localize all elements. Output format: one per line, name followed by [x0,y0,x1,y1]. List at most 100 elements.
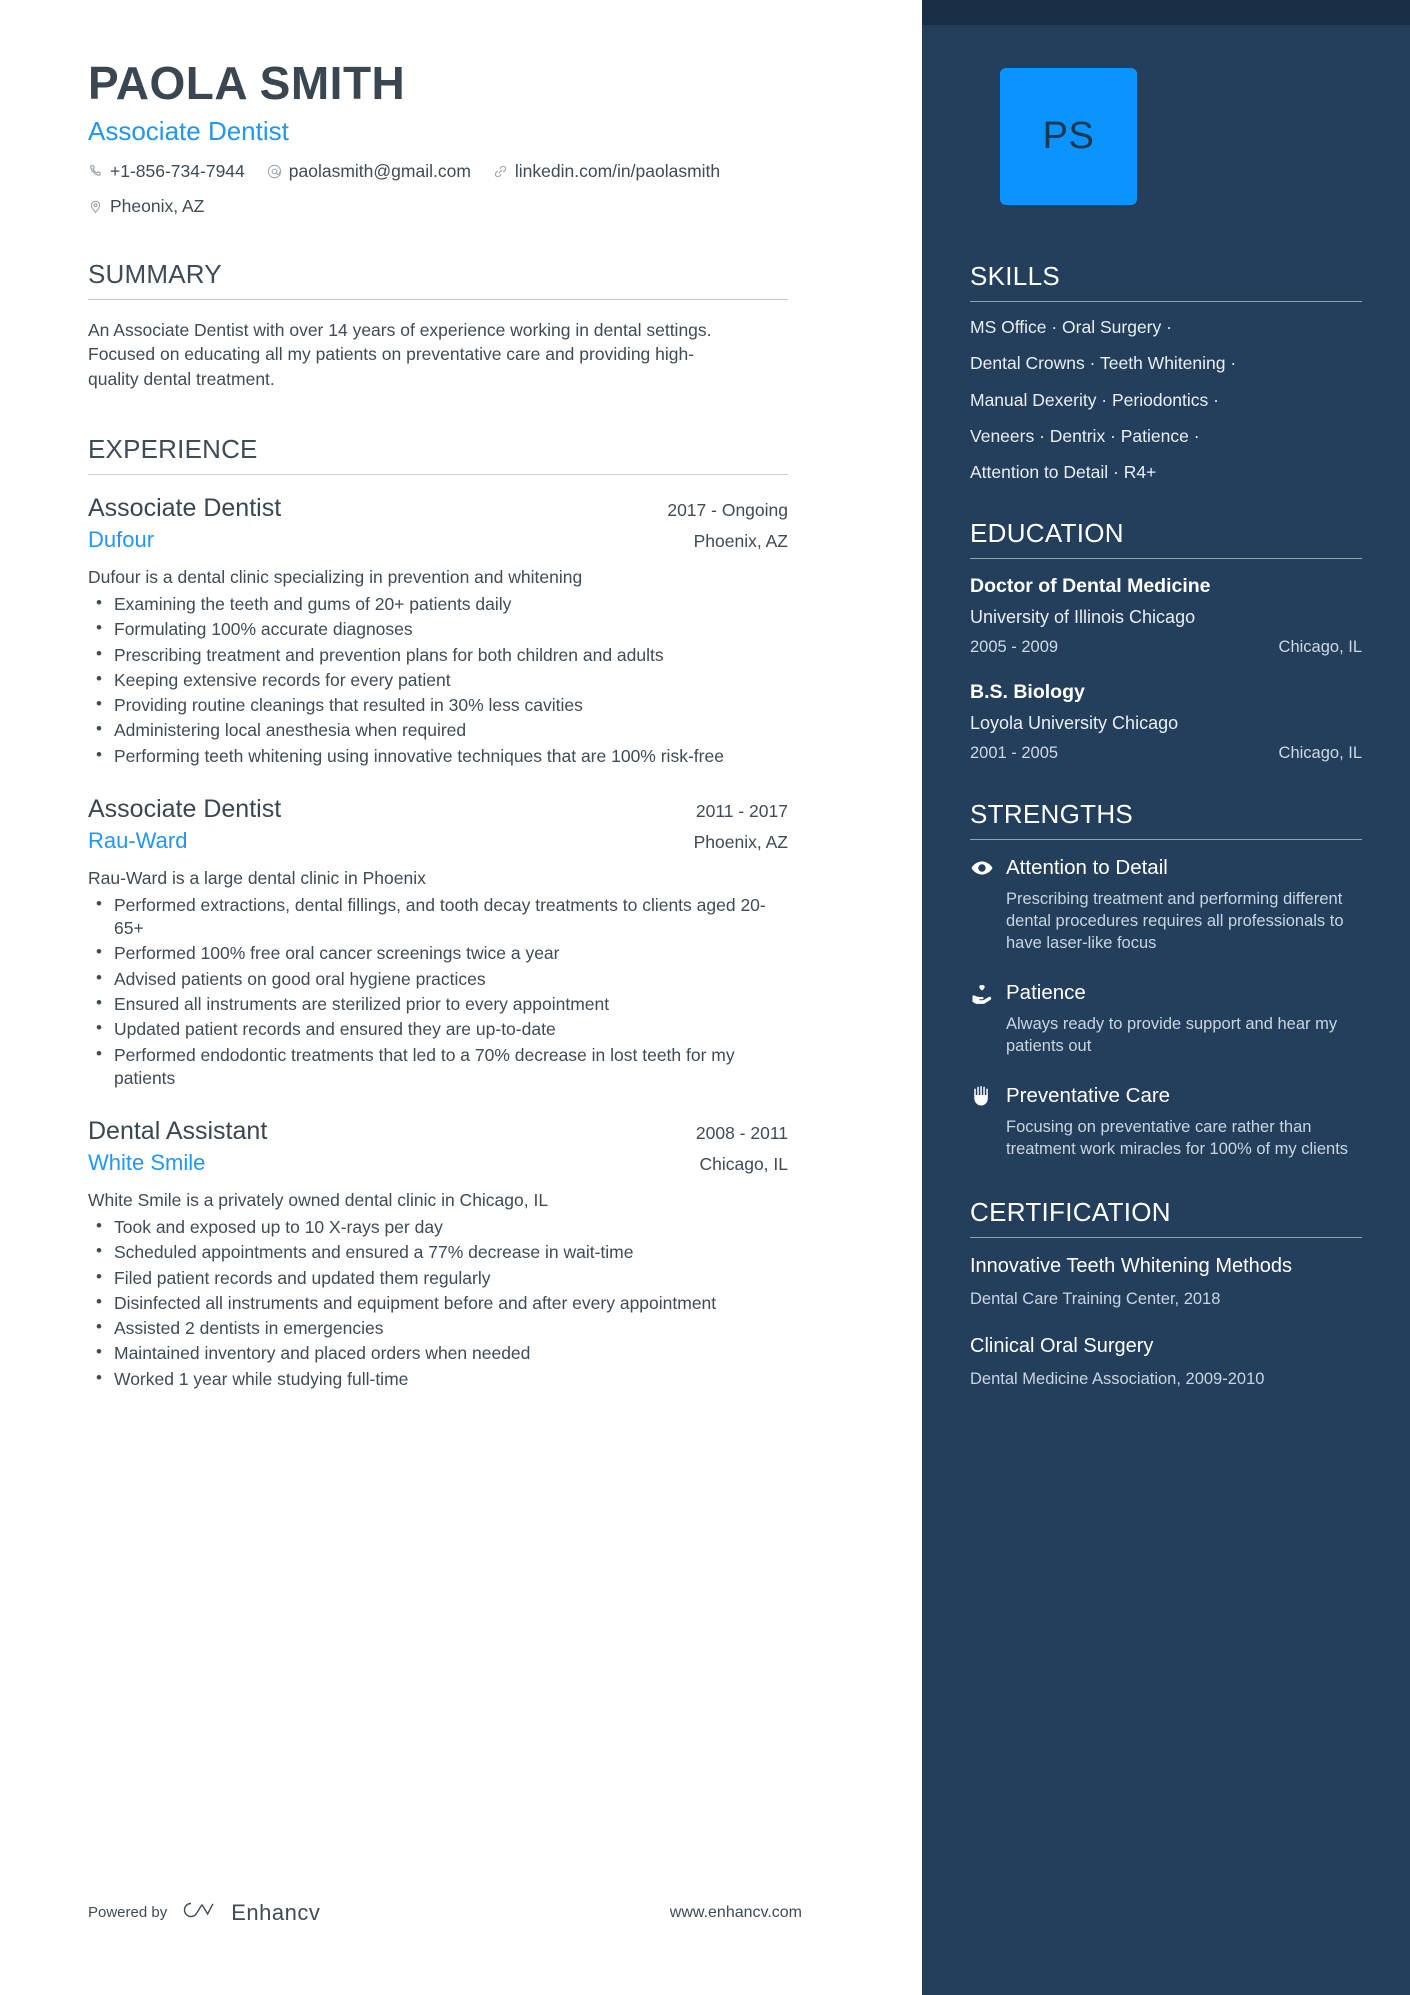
experience-bullet: Keeping extensive records for every pati… [88,668,788,692]
experience-company-row: Dufour Phoenix, AZ [88,527,788,553]
experience-location: Phoenix, AZ [693,831,788,852]
link-icon [493,164,508,179]
experience-blurb: Rau-Ward is a large dental clinic in Pho… [88,867,426,888]
experience-bullet: Took and exposed up to 10 X-rays per day [88,1215,788,1239]
experience-bullet: Administering local anesthesia when requ… [88,718,788,742]
experience-bullet: Performed endodontic treatments that led… [88,1043,788,1091]
education-heading: EDUCATION [970,518,1124,549]
education-school: University of Illinois Chicago [970,607,1196,628]
contact-phone[interactable]: +1-856-734-7944 [88,161,245,182]
education-section: EDUCATION Doctor of Dental Medicine Univ… [970,518,1362,763]
experience-bullet: Examining the teeth and gums of 20+ pati… [88,592,788,616]
experience-blurb: Dufour is a dental clinic specializing i… [88,567,583,588]
experience-bullets: Took and exposed up to 10 X-rays per day… [88,1215,788,1391]
experience-role: Associate Dentist [88,494,282,523]
strengths-heading: STRENGTHS [970,799,1134,830]
experience-company[interactable]: Dufour [88,527,154,553]
candidate-name: PAOLA SMITH [88,57,406,109]
experience-bullet: Disinfected all instruments and equipmen… [88,1291,788,1315]
experience-bullets: Examining the teeth and gums of 20+ pati… [88,592,788,768]
experience-title-row: Associate Dentist 2011 - 2017 [88,794,788,824]
skills-list: MS Office · Oral Surgery · Dental Crowns… [970,317,1362,482]
enhancv-brand[interactable]: Enhancv [181,1898,320,1927]
email-icon [267,164,282,179]
strength-item: Patience Always ready to provide support… [970,981,1362,1058]
experience-bullet: Providing routine cleanings that resulte… [88,693,788,717]
experience-section: EXPERIENCE Associate Dentist 2017 - Ongo… [88,434,788,1391]
experience-bullet: Performed extractions, dental fillings, … [88,893,788,941]
experience-bullet: Worked 1 year while studying full-time [88,1367,788,1391]
contact-email[interactable]: paolasmith@gmail.com [267,161,471,182]
location-pin-icon [88,199,103,214]
education-meta: 2005 - 2009 Chicago, IL [970,638,1362,657]
skills-divider [970,301,1362,302]
certification-heading: CERTIFICATION [970,1196,1171,1227]
education-item: Doctor of Dental Medicine University of … [970,575,1362,657]
skill-line: Veneers · Dentrix · Patience · [970,425,1200,446]
strength-item: Attention to Detail Prescribing treatmen… [970,856,1362,955]
experience-bullet: Scheduled appointments and ensured a 77%… [88,1240,788,1264]
certification-divider [970,1236,1362,1238]
education-date: 2005 - 2009 [970,638,1059,657]
education-degree: Doctor of Dental Medicine [970,575,1211,598]
experience-bullet: Performing teeth whitening using innovat… [88,744,788,768]
experience-title-row: Associate Dentist 2017 - Ongoing [88,493,788,523]
summary-divider [88,298,788,300]
experience-company[interactable]: White Smile [88,1150,205,1176]
resume-page: PS SKILLS MS Office · Oral Surgery · Den… [0,0,1410,1995]
experience-date: 2008 - 2011 [695,1123,788,1144]
education-location: Chicago, IL [1278,744,1362,763]
education-meta: 2001 - 2005 Chicago, IL [970,744,1362,763]
experience-company-row: Rau-Ward Phoenix, AZ [88,828,788,854]
certification-title: Innovative Teeth Whitening Methods [970,1254,1293,1277]
certification-section: CERTIFICATION Innovative Teeth Whitening… [970,1197,1362,1391]
contact-row: +1-856-734-7944 paolasmith@gmail.com lin… [88,161,828,217]
certification-item: Clinical Oral Surgery Dental Medicine As… [970,1334,1362,1390]
experience-bullet: Prescribing treatment and prevention pla… [88,643,788,667]
candidate-job-title: Associate Dentist [88,115,289,146]
contact-phone-text: +1-856-734-7944 [110,160,245,181]
contact-email-text: paolasmith@gmail.com [288,160,471,181]
certification-meta: Dental Care Training Center, 2018 [970,1289,1221,1308]
experience-bullets: Performed extractions, dental fillings, … [88,893,788,1091]
education-item: B.S. Biology Loyola University Chicago 2… [970,681,1362,763]
experience-bullet: Ensured all instruments are sterilized p… [88,992,788,1016]
experience-company[interactable]: Rau-Ward [88,828,187,854]
experience-heading: EXPERIENCE [88,434,258,465]
skill-line: Manual Dexerity · Periodontics · [970,389,1219,410]
experience-role: Associate Dentist [88,794,282,823]
experience-item: Dental Assistant 2008 - 2011 White Smile… [88,1116,788,1391]
footer-url[interactable]: www.enhancv.com [670,1904,802,1922]
experience-date: 2017 - Ongoing [667,500,788,521]
strength-header: Patience [970,981,1362,1005]
experience-bullet: Filed patient records and updated them r… [88,1266,788,1290]
enhancv-brand-name: Enhancv [231,1899,321,1925]
strength-title: Preventative Care [1006,1083,1171,1107]
strength-description: Focusing on preventative care rather tha… [1006,1117,1349,1158]
experience-divider [88,474,788,476]
footer-powered-by: Powered by [88,1904,168,1921]
page-footer: Powered by Enhancv www.enhancv.com [88,1898,802,1927]
certification-item: Innovative Teeth Whitening Methods Denta… [970,1254,1362,1310]
strength-header: Preventative Care [970,1084,1362,1108]
education-degree: B.S. Biology [970,681,1085,704]
skills-heading: SKILLS [970,261,1060,291]
strength-header: Attention to Detail [970,856,1362,880]
contact-linkedin[interactable]: linkedin.com/in/paolasmith [493,161,720,182]
skill-line: MS Office · Oral Surgery · [970,317,1172,337]
education-school: Loyola University Chicago [970,713,1179,734]
experience-blurb: White Smile is a privately owned dental … [88,1190,549,1211]
summary-heading: SUMMARY [88,258,222,289]
experience-item: Associate Dentist 2011 - 2017 Rau-Ward P… [88,794,788,1090]
strength-item: Preventative Care Focusing on preventati… [970,1084,1362,1161]
experience-company-row: White Smile Chicago, IL [88,1150,788,1176]
skill-line: Dental Crowns · Teeth Whitening · [970,353,1237,374]
experience-location: Chicago, IL [699,1154,788,1175]
experience-item: Associate Dentist 2017 - Ongoing Dufour … [88,493,788,768]
education-location: Chicago, IL [1278,638,1362,657]
education-divider [970,558,1362,560]
experience-bullet: Maintained inventory and placed orders w… [88,1341,788,1365]
contact-location-text: Pheonix, AZ [110,195,205,216]
experience-bullet: Performed 100% free oral cancer screenin… [88,941,788,965]
experience-bullet: Formulating 100% accurate diagnoses [88,617,788,641]
